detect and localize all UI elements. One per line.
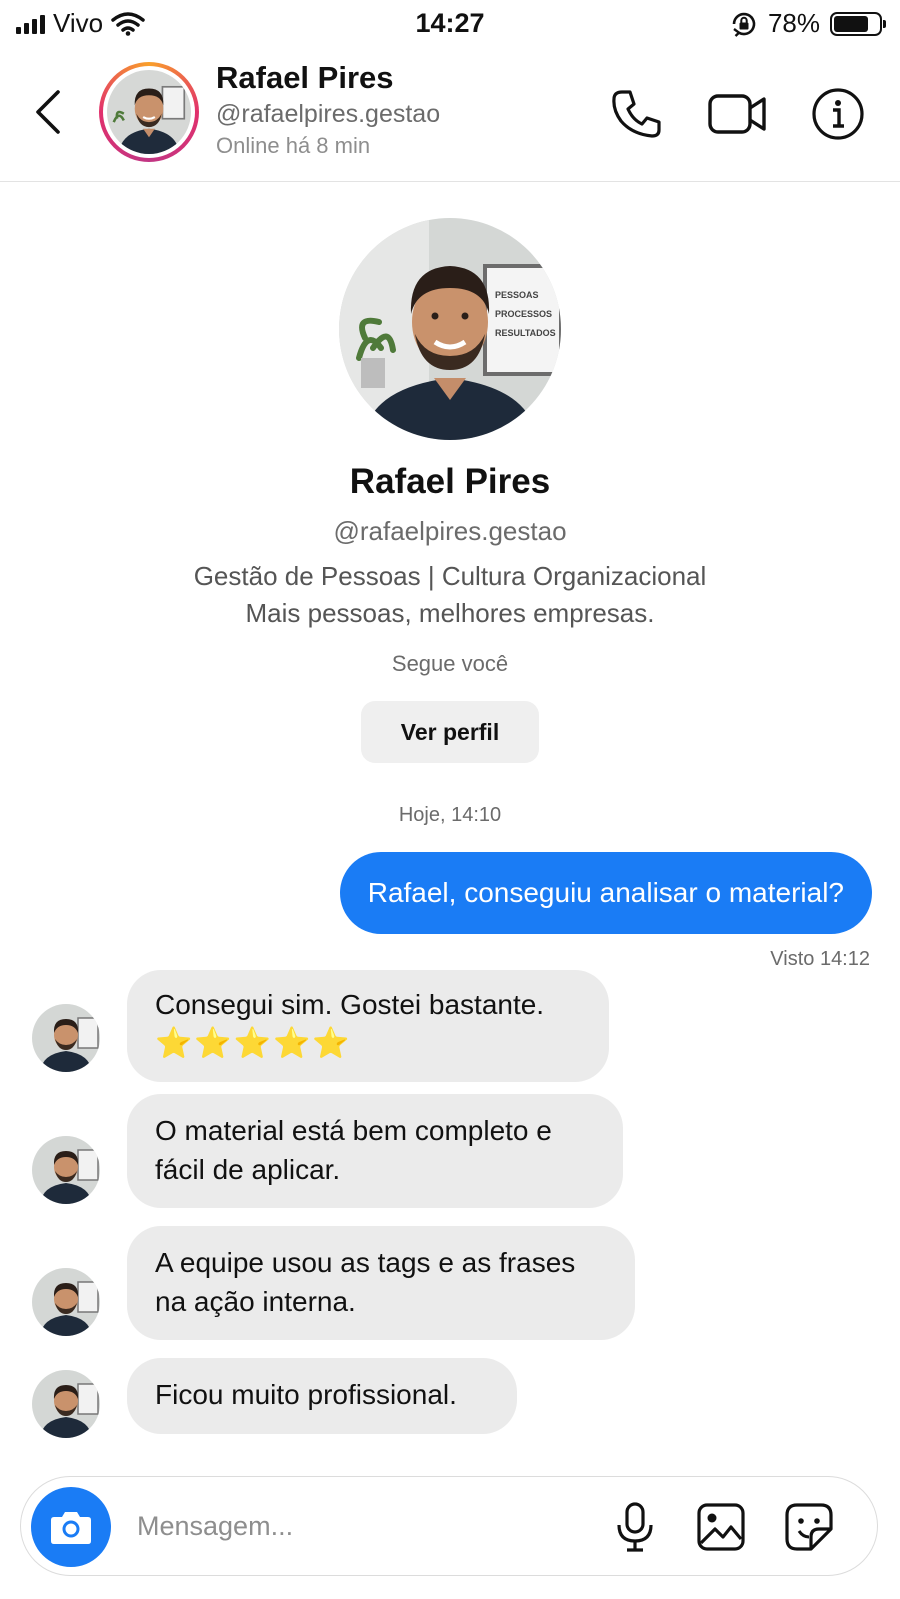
outgoing-message[interactable]: Rafael, conseguiu analisar o material? bbox=[339, 852, 872, 934]
microphone-icon[interactable] bbox=[609, 1501, 661, 1553]
message-text: Ficou muito profissional. bbox=[155, 1379, 457, 1410]
message-avatar[interactable] bbox=[32, 1004, 100, 1072]
back-icon[interactable] bbox=[28, 88, 68, 136]
sign-line-3: RESULTADOS bbox=[495, 328, 556, 338]
message-text: fácil de aplicar. bbox=[155, 1153, 341, 1185]
header-avatar[interactable] bbox=[99, 62, 199, 162]
info-icon[interactable] bbox=[810, 86, 866, 142]
video-icon[interactable] bbox=[706, 86, 770, 142]
incoming-message[interactable]: O material está bem completo e fácil de … bbox=[127, 1094, 623, 1208]
camera-icon bbox=[51, 1512, 91, 1544]
message-composer bbox=[20, 1476, 878, 1576]
profile-card: PESSOAS PROCESSOS RESULTADOS Rafael Pire… bbox=[0, 218, 900, 763]
header-info[interactable]: Rafael Pires @rafaelpires.gestao Online … bbox=[216, 60, 440, 159]
message-text: na ação interna. bbox=[155, 1285, 356, 1317]
phone-icon[interactable] bbox=[608, 86, 664, 142]
star-rating: ⭐⭐⭐⭐⭐ bbox=[155, 1026, 352, 1060]
battery-fill bbox=[834, 15, 869, 32]
camera-button[interactable] bbox=[31, 1487, 111, 1567]
incoming-message[interactable]: A equipe usou as tags e as frases na açã… bbox=[127, 1226, 635, 1340]
message-input[interactable] bbox=[137, 1503, 557, 1549]
header-avatar-inner bbox=[103, 66, 195, 158]
seen-status: Visto 14:12 bbox=[770, 948, 870, 970]
profile-bio-line2: Mais pessoas, melhores empresas. bbox=[245, 598, 655, 628]
incoming-message[interactable]: Consegui sim. Gostei bastante. ⭐⭐⭐⭐⭐ bbox=[127, 970, 609, 1082]
profile-avatar[interactable]: PESSOAS PROCESSOS RESULTADOS bbox=[339, 218, 561, 440]
profile-handle: @rafaelpires.gestao bbox=[333, 516, 567, 546]
follows-you-label: Segue você bbox=[391, 651, 509, 676]
message-text: O material está bem completo e bbox=[155, 1115, 552, 1146]
message-text: Consegui sim. Gostei bastante. bbox=[155, 989, 545, 1020]
incoming-message[interactable]: Ficou muito profissional. bbox=[127, 1358, 517, 1434]
online-status: Online há 8 min bbox=[216, 133, 371, 158]
gallery-icon[interactable] bbox=[695, 1501, 747, 1553]
profile-name: Rafael Pires bbox=[349, 462, 551, 501]
message-avatar[interactable] bbox=[32, 1370, 100, 1438]
profile-photo: PESSOAS PROCESSOS RESULTADOS bbox=[339, 218, 561, 440]
message-avatar[interactable] bbox=[32, 1136, 100, 1204]
status-bar: Vivo 14:27 78% bbox=[0, 0, 900, 50]
profile-bio-line1: Gestão de Pessoas | Cultura Organizacion… bbox=[193, 561, 707, 591]
sign-line-2: PROCESSOS bbox=[495, 309, 552, 319]
header-name: Rafael Pires bbox=[216, 60, 394, 95]
message-avatar[interactable] bbox=[32, 1268, 100, 1336]
battery-percent: 78% bbox=[767, 8, 820, 38]
status-right: 78% bbox=[730, 8, 886, 39]
sign-line-1: PESSOAS bbox=[495, 290, 539, 300]
view-profile-button[interactable]: Ver perfil bbox=[361, 701, 539, 763]
orientation-lock-icon bbox=[732, 12, 756, 37]
chat-header: Rafael Pires @rafaelpires.gestao Online … bbox=[0, 52, 900, 182]
battery-icon bbox=[830, 11, 886, 36]
header-handle: @rafaelpires.gestao bbox=[216, 100, 441, 128]
conversation-timestamp: Hoje, 14:10 bbox=[398, 804, 502, 826]
avatar-photo bbox=[107, 70, 191, 154]
message-text: A equipe usou as tags e as frases bbox=[155, 1247, 576, 1278]
sticker-icon[interactable] bbox=[783, 1501, 835, 1553]
